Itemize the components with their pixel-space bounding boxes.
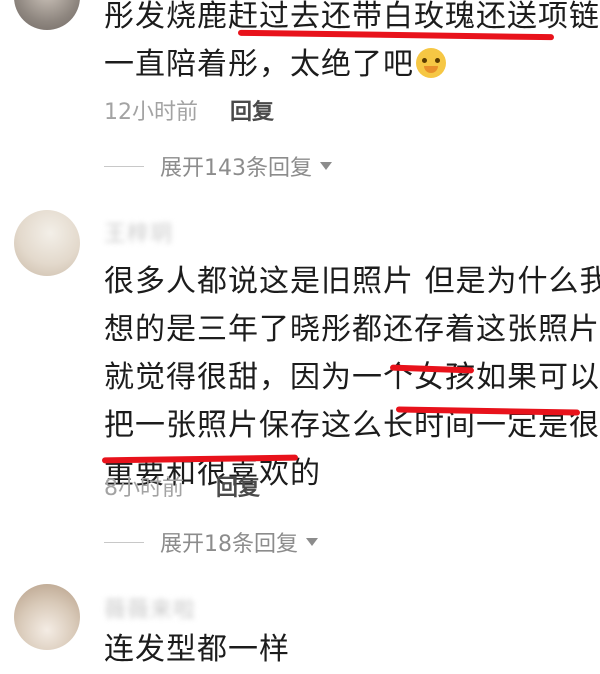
comment-text: 连发型都一样 [104,626,290,674]
comment-line: 想的是三年了晓彤都还存着这张照片 [104,312,600,347]
expand-replies-label: 展开18条回复 [160,532,298,557]
caret-down-icon [320,162,332,170]
caret-down-icon [306,538,318,546]
reply-button[interactable]: 回复 [230,100,274,125]
expand-replies-button[interactable]: 展开18条回复 [104,526,318,558]
comment-line: 一直陪着彤，太绝了吧 [104,41,600,89]
timestamp: 8小时前 [104,476,184,501]
comment-text: 彤发烧鹿赶过去还带白玫瑰还送项链 一直陪着彤，太绝了吧 [104,0,600,89]
expand-replies-label: 展开143条回复 [160,156,312,181]
comment-line-text: 一直陪着彤，太绝了吧 [104,47,414,82]
divider-line [104,165,144,167]
expand-replies-button[interactable]: 展开143条回复 [104,150,332,182]
comment-meta: 12小时前 回复 [104,94,274,126]
timestamp: 12小时前 [104,100,198,125]
avatar[interactable] [14,210,80,276]
comment-line: 很多人都说这是旧照片 但是为什么我 [104,264,600,299]
avatar[interactable] [14,0,80,30]
avatar[interactable] [14,584,80,650]
username[interactable]: 薇薇来啦 [104,592,196,624]
reply-button[interactable]: 回复 [216,476,260,501]
username[interactable]: 王梓玥 [104,216,173,248]
comment-meta: 8小时前 回复 [104,470,260,502]
comment-line: 就觉得很甜，因为一个女孩如果可以 [104,360,600,395]
divider-line [104,541,144,543]
grinning-face-emoji-icon [416,48,446,78]
comment-line: 连发型都一样 [104,632,290,667]
